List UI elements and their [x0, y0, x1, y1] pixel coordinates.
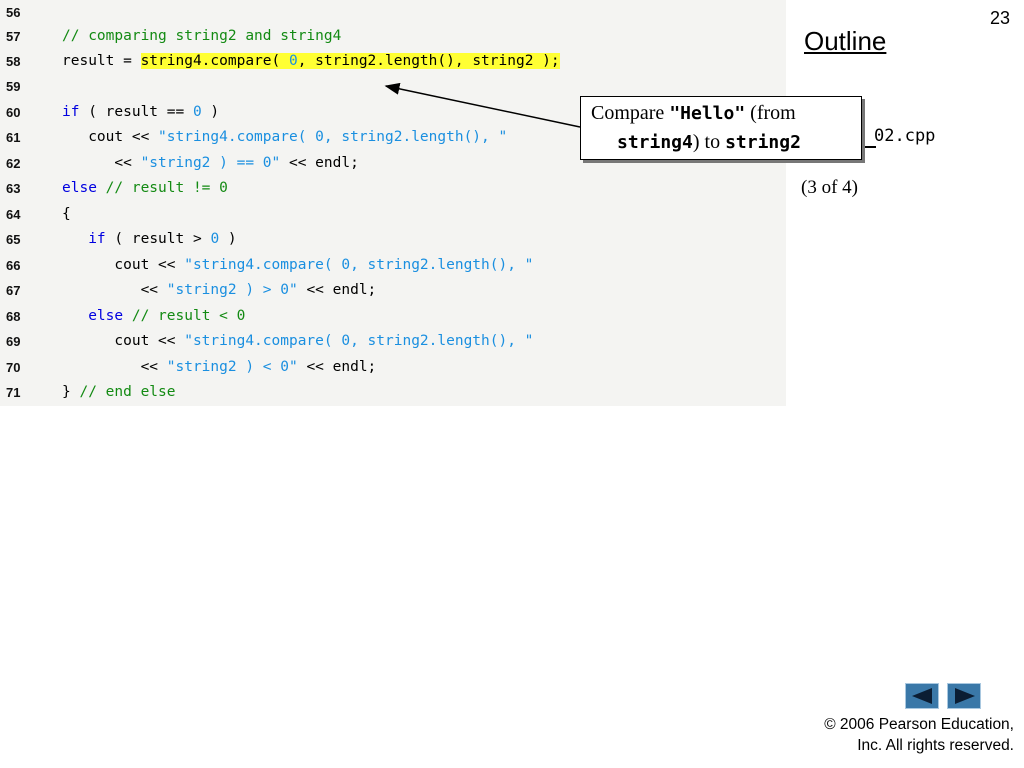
callout-line-2: string4) to string2	[591, 128, 861, 157]
arrow-left-icon	[912, 688, 932, 704]
previous-slide-button[interactable]	[905, 683, 939, 709]
callout-box: Compare "Hello" (from string4) to string…	[580, 96, 862, 160]
arrow-right-icon	[955, 688, 975, 704]
callout-code: string4	[617, 132, 693, 153]
callout-line-1: Compare "Hello" (from	[591, 99, 861, 128]
callout-arrow	[384, 82, 581, 128]
copyright-line-1: © 2006 Pearson Education,	[824, 716, 1014, 733]
next-slide-button[interactable]	[947, 683, 981, 709]
callout-text: ) to	[692, 131, 726, 153]
callout-code: string2	[725, 132, 801, 153]
callout-text: (from	[745, 102, 796, 124]
copyright-notice: © 2006 Pearson Education, Inc. All right…	[754, 714, 1014, 756]
callout-code: "Hello"	[669, 103, 746, 124]
callout-text: Compare	[591, 102, 670, 124]
copyright-line-2: Inc. All rights reserved.	[857, 737, 1014, 754]
